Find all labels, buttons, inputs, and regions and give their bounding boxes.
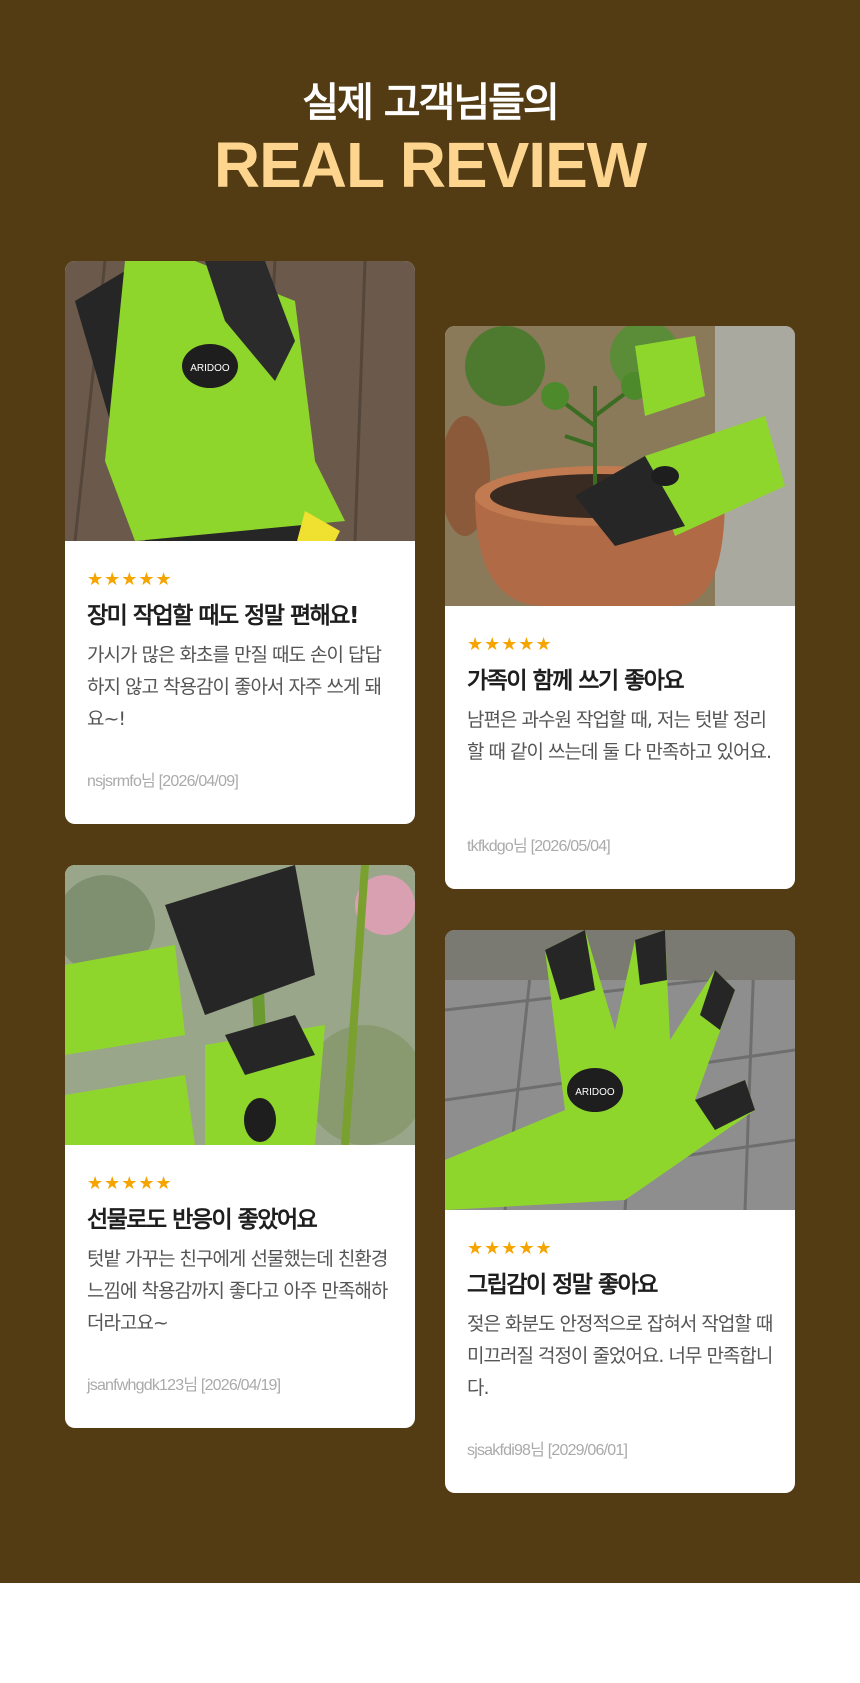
review-body: ★★★★★ 선물로도 반응이 좋았어요 텃밭 가꾸는 친구에게 선물했는데 친환… (65, 1145, 415, 1428)
review-body: ★★★★★ 장미 작업할 때도 정말 편해요! 가시가 많은 화초를 만질 때도… (65, 541, 415, 824)
review-date: [2029/06/01] (547, 1442, 628, 1459)
glove-photo: ARIDOO (65, 261, 415, 541)
review-title: 선물로도 반응이 좋았어요 (87, 1207, 318, 1233)
review-title: 가족이 함께 쓰기 좋아요 (467, 668, 685, 694)
review-author: nsjsrmfo님 (87, 773, 156, 790)
review-photo[interactable] (445, 326, 795, 606)
star-rating: ★★★★★ (467, 634, 553, 655)
review-card[interactable]: ARIDOO ★★★★★ 장미 작업할 때도 정말 편해요! 가시가 많은 화초… (65, 261, 415, 824)
review-card[interactable]: ★★★★★ 가족이 함께 쓰기 좋아요 남편은 과수원 작업할 때, 저는 텃밭… (445, 326, 795, 889)
star-rating: ★★★★★ (87, 1173, 173, 1194)
review-body: ★★★★★ 가족이 함께 쓰기 좋아요 남편은 과수원 작업할 때, 저는 텃밭… (445, 606, 795, 889)
review-title: 그립감이 정말 좋아요 (467, 1272, 658, 1298)
review-section: 실제 고객님들의 REAL REVIEW ARIDOO ★★★★★ 장미 작업할… (0, 0, 860, 1583)
review-text: 텃밭 가꾸는 친구에게 선물했는데 친환경 느낌에 착용감까지 좋다고 아주 만… (87, 1248, 388, 1334)
review-title: 장미 작업할 때도 정말 편해요! (87, 603, 359, 629)
review-photo[interactable]: ARIDOO (65, 261, 415, 541)
review-date: [2026/04/09] (158, 773, 239, 790)
svg-text:ARIDOO: ARIDOO (575, 1087, 615, 1098)
review-author: tkfkdgo님 (467, 838, 528, 855)
review-body: ★★★★★ 그립감이 정말 좋아요 젖은 화분도 안정적으로 잡혀서 작업할 때… (445, 1210, 795, 1493)
footer-spacer (0, 1583, 860, 1683)
review-author: sjsakfdi98님 (467, 1442, 545, 1459)
section-title: REAL REVIEW (213, 129, 647, 201)
svg-text:ARIDOO: ARIDOO (190, 363, 230, 374)
review-date: [2026/05/04] (530, 838, 611, 855)
review-meta: jsanfwhgdk123님 [2026/04/19] (87, 1371, 281, 1395)
review-text: 젖은 화분도 안정적으로 잡혀서 작업할 때 미끄러질 걱정이 줄었어요. 너무… (467, 1313, 773, 1399)
review-card[interactable]: ARIDOO ★★★★★ 그립감이 정말 좋아요 젖은 화분도 안정적으로 잡혀… (445, 930, 795, 1493)
review-meta: tkfkdgo님 [2026/05/04] (467, 832, 611, 856)
star-rating: ★★★★★ (87, 569, 173, 590)
section-subtitle: 실제 고객님들의 (302, 80, 560, 126)
review-text: 남편은 과수원 작업할 때, 저는 텃밭 정리할 때 같이 쓰는데 둘 다 만족… (467, 709, 772, 763)
review-card[interactable]: ★★★★★ 선물로도 반응이 좋았어요 텃밭 가꾸는 친구에게 선물했는데 친환… (65, 865, 415, 1428)
review-date: [2026/04/19] (200, 1377, 281, 1394)
review-author: jsanfwhgdk123님 (87, 1377, 198, 1394)
glove-photo (445, 326, 795, 606)
review-meta: sjsakfdi98님 [2029/06/01] (467, 1436, 628, 1460)
glove-photo (65, 865, 415, 1145)
glove-photo: ARIDOO (445, 930, 795, 1210)
review-text: 가시가 많은 화초를 만질 때도 손이 답답하지 않고 착용감이 좋아서 자주 … (87, 644, 382, 730)
review-photo[interactable]: ARIDOO (445, 930, 795, 1210)
review-photo[interactable] (65, 865, 415, 1145)
review-meta: nsjsrmfo님 [2026/04/09] (87, 767, 239, 791)
star-rating: ★★★★★ (467, 1238, 553, 1259)
